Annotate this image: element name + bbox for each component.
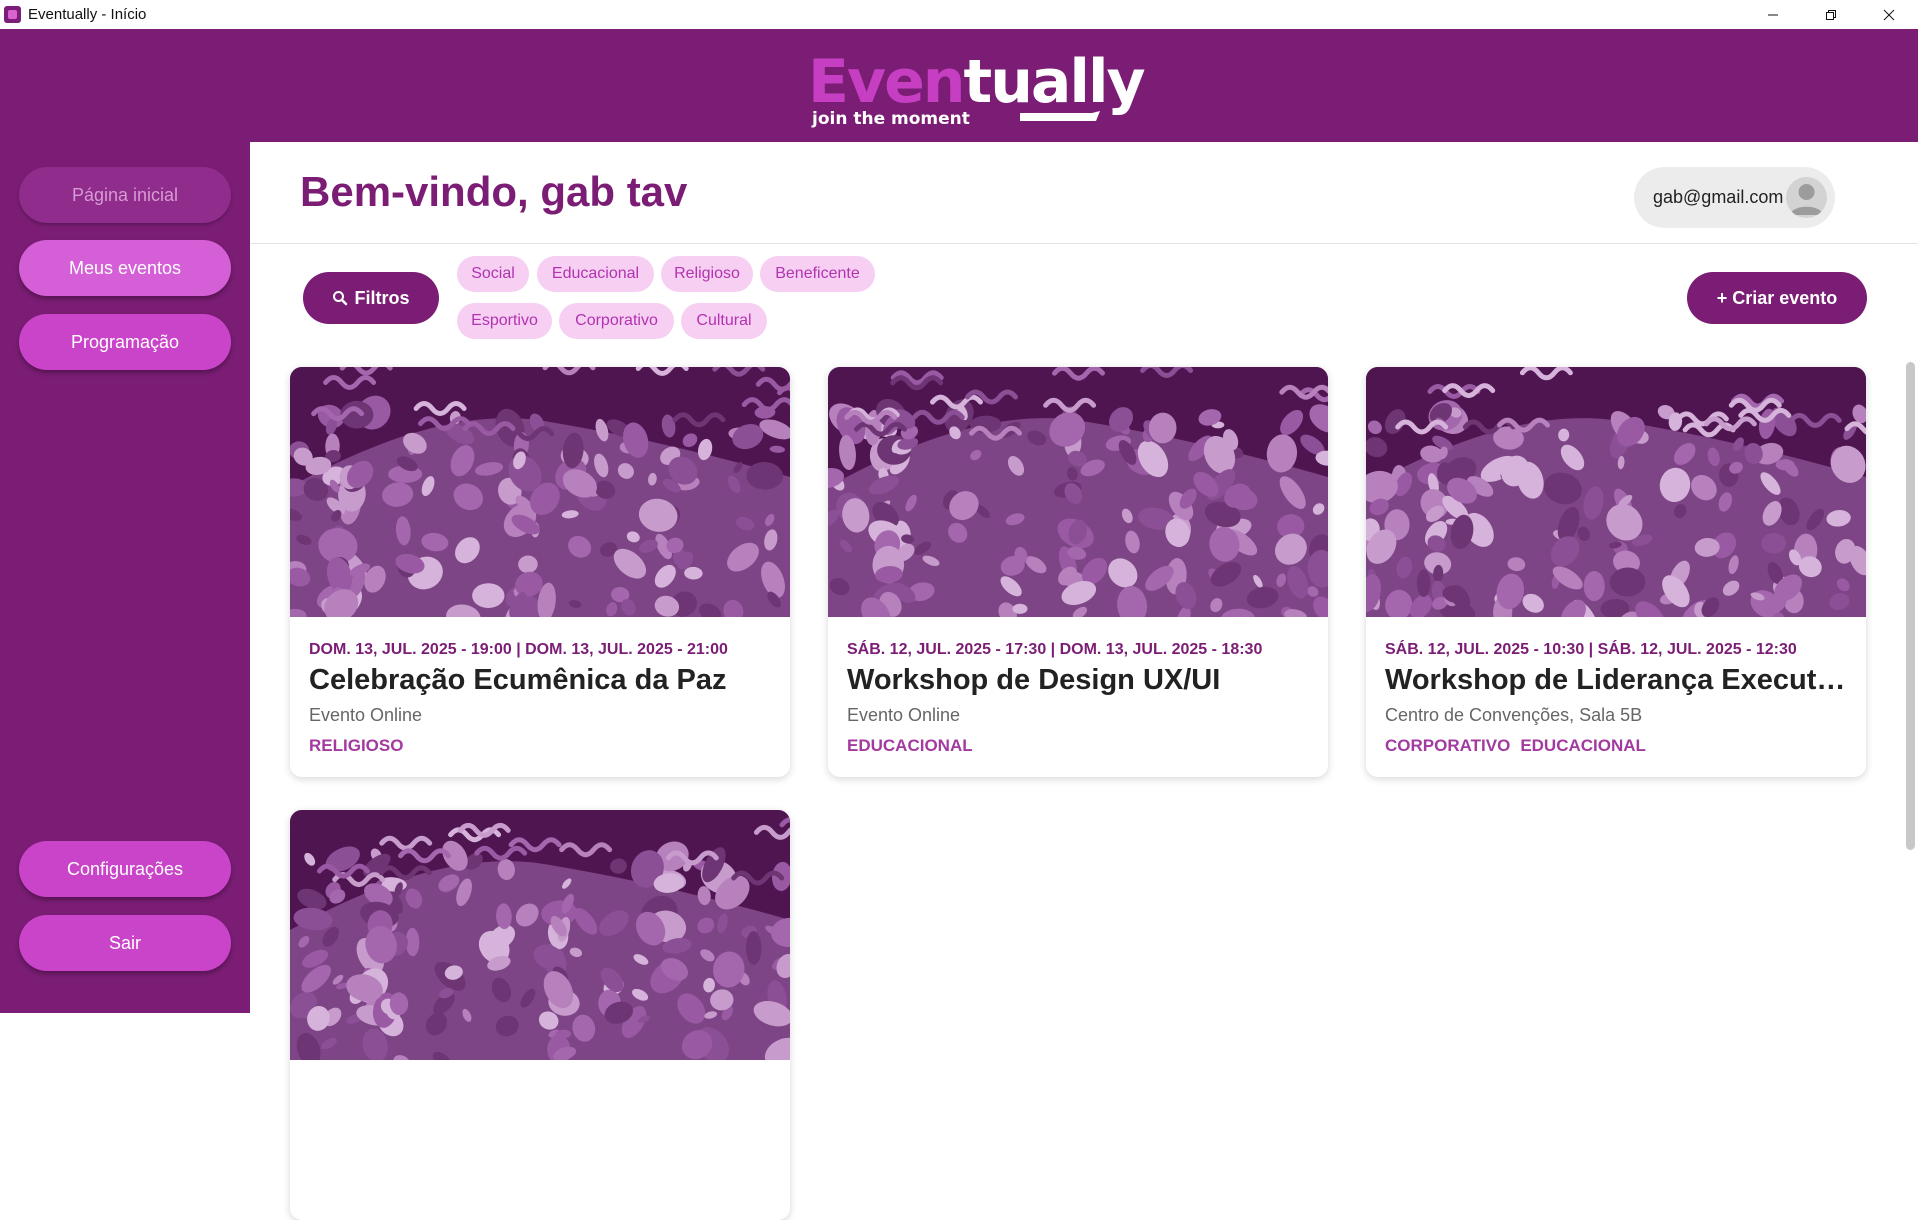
event-location: Centro de Convenções, Sala 5B	[1385, 705, 1643, 725]
event-categories: CORPORATIVO EDUCACIONAL	[1385, 736, 1646, 756]
window-title: Eventually - Início	[28, 6, 147, 23]
app-header: Eventually join the moment	[0, 29, 1918, 142]
category-chip-beneficente[interactable]: Beneficente	[760, 256, 875, 292]
event-categories: RELIGIOSO	[309, 736, 403, 756]
user-avatar-icon	[1790, 184, 1823, 215]
logo-swoosh-icon	[1020, 111, 1100, 121]
category-chip-cultural[interactable]: Cultural	[681, 303, 767, 339]
event-dates: DOM. 13, JUL. 2025 - 19:00 | DOM. 13, JU…	[309, 641, 728, 658]
user-account-pill[interactable]: gab@gmail.com	[1634, 167, 1835, 228]
event-title: Workshop de Design UX/UI	[847, 664, 1221, 696]
sidebar-item-logout[interactable]: Sair	[19, 915, 231, 971]
confetti-artwork	[828, 367, 1328, 617]
category-chip-social[interactable]: Social	[457, 256, 529, 292]
sidebar-item-home[interactable]: Página inicial	[19, 167, 231, 223]
confetti-artwork	[1366, 367, 1866, 617]
page-title: Bem-vindo, gab tav	[300, 168, 688, 215]
event-category: EDUCACIONAL	[847, 736, 973, 755]
close-icon	[1883, 9, 1895, 20]
logo-wordmark: Eventually	[808, 47, 1146, 117]
header-divider	[250, 243, 1918, 244]
event-image	[828, 367, 1328, 617]
filters-button[interactable]: Filtros	[303, 272, 439, 324]
restore-button[interactable]	[1802, 0, 1860, 29]
event-dates: SÁB. 12, JUL. 2025 - 17:30 | DOM. 13, JU…	[847, 641, 1263, 658]
confetti-artwork	[290, 810, 790, 1060]
event-category: EDUCACIONAL	[1520, 736, 1646, 755]
event-categories: EDUCACIONAL	[847, 736, 973, 756]
category-chip-educacional[interactable]: Educacional	[537, 256, 654, 292]
sidebar: Página inicial Meus eventos Programação …	[0, 142, 250, 1013]
window-controls	[1744, 0, 1918, 29]
user-email: gab@gmail.com	[1653, 187, 1784, 207]
search-icon	[333, 291, 348, 306]
confetti-artwork	[290, 367, 790, 617]
filters-label: Filtros	[354, 287, 410, 308]
brand-logo: Eventually join the moment	[808, 47, 1146, 142]
scrollbar-thumb[interactable]	[1906, 362, 1915, 850]
event-card[interactable]: SÁB. 12, JUL. 2025 - 17:30 | DOM. 13, JU…	[828, 367, 1328, 777]
sidebar-item-settings[interactable]: Configurações	[19, 841, 231, 897]
event-card[interactable]: SÁB. 12, JUL. 2025 - 10:30 | SÁB. 12, JU…	[1366, 367, 1866, 777]
window-titlebar: Eventually - Início	[0, 0, 1918, 30]
event-title: Celebração Ecumênica da Paz	[309, 664, 727, 696]
minimize-button[interactable]	[1744, 0, 1802, 29]
restore-icon	[1826, 9, 1836, 20]
event-dates: SÁB. 12, JUL. 2025 - 10:30 | SÁB. 12, JU…	[1385, 641, 1797, 658]
event-card[interactable]: DOM. 13, JUL. 2025 - 19:00 | DOM. 13, JU…	[290, 367, 790, 777]
category-chip-religioso[interactable]: Religioso	[661, 256, 753, 292]
close-button[interactable]	[1860, 0, 1918, 29]
sidebar-item-my-events[interactable]: Meus eventos	[19, 240, 231, 296]
minimize-icon	[1768, 14, 1778, 15]
event-location: Evento Online	[847, 705, 961, 725]
event-image	[290, 810, 790, 1060]
app-icon	[4, 6, 21, 23]
sidebar-item-schedule[interactable]: Programação	[19, 314, 231, 370]
event-category: CORPORATIVO	[1385, 736, 1511, 755]
logo-tagline: join the moment	[812, 109, 970, 129]
event-image	[1366, 367, 1866, 617]
event-location: Evento Online	[309, 705, 423, 725]
event-image	[290, 367, 790, 617]
event-title: Workshop de Liderança Executiva	[1385, 664, 1850, 696]
event-category: RELIGIOSO	[309, 736, 404, 755]
avatar[interactable]	[1786, 177, 1827, 218]
category-chip-corporativo[interactable]: Corporativo	[559, 303, 674, 339]
create-event-button[interactable]: + Criar evento	[1687, 272, 1867, 324]
event-card[interactable]	[290, 810, 790, 1220]
category-chip-esportivo[interactable]: Esportivo	[457, 303, 552, 339]
